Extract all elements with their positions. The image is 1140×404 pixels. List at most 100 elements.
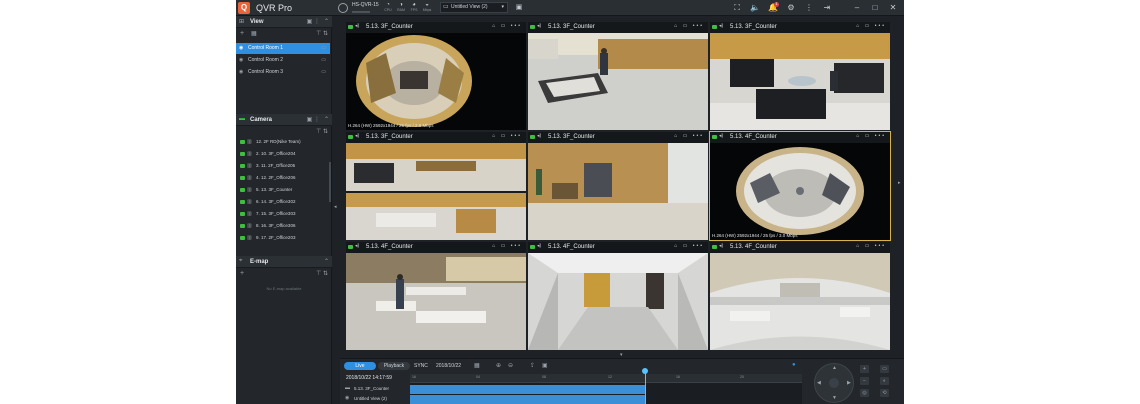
- monitor-icon[interactable]: ▭: [321, 67, 326, 78]
- layout-icon[interactable]: ▦: [251, 30, 257, 37]
- camera-tile[interactable]: ◂) 5.13. 3F_Counter ⌂ ▭ •••: [710, 22, 890, 130]
- camera-list-item[interactable]: ▥ 7. 15. 3F_Office303: [236, 208, 328, 220]
- timeline-cursor-handle[interactable]: [642, 368, 648, 374]
- chevron-up-icon[interactable]: ⌃: [324, 18, 329, 25]
- camera-list-item[interactable]: ▥ 12. 2F RD(Nike Team): [236, 136, 328, 148]
- ptz-zoom-out-button[interactable]: −: [860, 377, 869, 385]
- ptz-control[interactable]: ▲ ▼ ◀ ▶: [814, 363, 854, 403]
- camera-list-item[interactable]: ▥ 9. 17. 2F_Office203: [236, 232, 328, 244]
- camera-list-item[interactable]: ▥ 8. 16. 3F_Office306: [236, 220, 328, 232]
- speaker-icon[interactable]: ◂): [355, 133, 359, 139]
- video-feed[interactable]: [710, 143, 890, 240]
- maximize-icon[interactable]: □: [870, 3, 880, 13]
- tile-tools[interactable]: ⌂ ▭ •••: [492, 243, 522, 249]
- camera-list-item[interactable]: ▥ 4. 12. 2F_Office206: [236, 172, 328, 184]
- more-vertical-icon[interactable]: ⋮: [804, 3, 814, 13]
- settings-dot-icon[interactable]: ●: [792, 362, 796, 368]
- tile-tools[interactable]: ⌂ ▭ •••: [492, 23, 522, 29]
- logout-icon[interactable]: ⇥: [822, 3, 832, 13]
- view-item-control-room-2[interactable]: ◉ Control Room 2 ▭: [236, 55, 330, 66]
- filter-sort-icons[interactable]: ⊤ ⇅: [316, 30, 328, 37]
- monitor-icon[interactable]: ▭: [321, 55, 326, 66]
- tile-tools[interactable]: ⌂ ▭ •••: [856, 133, 886, 139]
- camera-tile[interactable]: ◂) 5.13. 3F_Counter ⌂ ▭ •••: [346, 132, 526, 240]
- tile-tools[interactable]: ⌂ ▭ •••: [674, 243, 704, 249]
- ptz-right-icon[interactable]: ▶: [847, 380, 851, 386]
- minimize-icon[interactable]: –: [852, 3, 862, 13]
- tile-tools[interactable]: ⌂ ▭ •••: [856, 23, 886, 29]
- filter-sort-icons[interactable]: ⊤ ⇅: [316, 270, 328, 277]
- camera-list-item[interactable]: ▥ 5. 13. 3F_Counter: [236, 184, 328, 196]
- speaker-icon[interactable]: ◂): [719, 243, 723, 249]
- export-icon[interactable]: ⇪: [530, 362, 535, 369]
- timeline-track[interactable]: 16 04 08 12 16 20: [410, 368, 802, 404]
- tile-tools[interactable]: ⌂ ▭ •••: [492, 133, 522, 139]
- video-feed[interactable]: [710, 33, 890, 130]
- emap-section-header[interactable]: ⌖ E-map ⌃: [236, 256, 332, 268]
- tile-tools[interactable]: ⌂ ▭ •••: [674, 23, 704, 29]
- video-feed[interactable]: [528, 33, 708, 130]
- server-name[interactable]: HS-QVR-15: [352, 2, 379, 8]
- collapse-right-panel-icon[interactable]: ▸: [898, 180, 901, 186]
- timeline-cursor[interactable]: [645, 370, 646, 404]
- date-field[interactable]: 2018/10/22: [436, 363, 461, 369]
- video-feed[interactable]: [346, 33, 526, 130]
- video-feed[interactable]: [346, 143, 526, 240]
- speaker-icon[interactable]: ◂): [537, 133, 541, 139]
- camera-tile-selected[interactable]: ◂) 5.13. 4F_Counter ⌂ ▭ ••• H.264 (HW) 2…: [709, 131, 891, 241]
- speaker-icon[interactable]: ◂): [719, 133, 723, 139]
- camera-tile[interactable]: ◂) 5.13. 4F_Counter ⌂ ▭ •••: [528, 242, 708, 350]
- snapshot-icon[interactable]: ▣: [542, 362, 548, 369]
- chevron-up-icon[interactable]: ⌃: [324, 116, 329, 123]
- speaker-icon[interactable]: ◂): [355, 243, 359, 249]
- camera-tile[interactable]: ◂) 5.13. 3F_Counter ⌂ ▭ ••• H.264 (HW) 2…: [346, 22, 526, 130]
- speaker-icon[interactable]: ◂): [719, 23, 723, 29]
- speaker-icon[interactable]: 🔈: [750, 3, 760, 13]
- camera-list-item[interactable]: ▥ 6. 14. 3F_Office302: [236, 196, 328, 208]
- tab-playback[interactable]: Playback: [378, 362, 410, 370]
- tile-tools[interactable]: ⌂ ▭ •••: [674, 133, 704, 139]
- chevron-up-icon[interactable]: ⌃: [324, 258, 329, 265]
- camera-list-item[interactable]: ▥ 3. 11. 2F_Office205: [236, 160, 328, 172]
- view-mode-icons[interactable]: ▣ ⋮: [307, 18, 320, 25]
- gear-icon[interactable]: ⚙: [786, 3, 796, 13]
- camera-list-scrollbar[interactable]: [329, 162, 331, 202]
- add-icon[interactable]: +: [240, 270, 244, 277]
- zoom-in-icon[interactable]: ⊕: [496, 362, 501, 369]
- ptz-down-icon[interactable]: ▼: [832, 395, 837, 401]
- save-view-icon[interactable]: ▣: [514, 3, 524, 13]
- view-item-control-room-1[interactable]: ◉ Control Room 1 ▭: [236, 43, 330, 54]
- ptz-preset-button[interactable]: ▭: [880, 365, 889, 373]
- ptz-center-button[interactable]: [829, 378, 839, 388]
- calendar-icon[interactable]: ▦: [474, 362, 480, 369]
- camera-mode-icons[interactable]: ▣ ⋮: [307, 116, 320, 123]
- collapse-left-panel-icon[interactable]: ◂: [334, 204, 337, 210]
- camera-section-header[interactable]: ▬ Camera ▣ ⋮ ⌃: [236, 114, 332, 126]
- sync-toggle[interactable]: SYNC: [414, 363, 428, 369]
- speaker-icon[interactable]: ◂): [355, 23, 359, 29]
- ptz-focus-button[interactable]: ◎: [860, 389, 869, 397]
- camera-tile[interactable]: ◂) 5.13. 4F_Counter ⌂ ▭ •••: [710, 242, 890, 350]
- speaker-icon[interactable]: ◂): [537, 243, 541, 249]
- ptz-iris-button[interactable]: ◐: [880, 377, 889, 385]
- view-selector[interactable]: ▭ Untitled View (2) ▾: [440, 2, 508, 13]
- view-item-control-room-3[interactable]: ◉ Control Room 3 ▭: [236, 67, 330, 78]
- speaker-icon[interactable]: ◂): [537, 23, 541, 29]
- camera-tile[interactable]: ◂) 5.13. 3F_Counter ⌂ ▭ •••: [528, 22, 708, 130]
- video-feed[interactable]: [346, 253, 526, 350]
- add-icon[interactable]: +: [240, 30, 244, 37]
- tab-live[interactable]: Live: [344, 362, 376, 370]
- monitor-icon[interactable]: ▭: [321, 43, 326, 54]
- fullscreen-icon[interactable]: ⛶: [732, 3, 742, 13]
- camera-tile[interactable]: ◂) 5.13. 3F_Counter ⌂ ▭ •••: [528, 132, 708, 240]
- video-feed[interactable]: [528, 253, 708, 350]
- ptz-left-icon[interactable]: ◀: [817, 380, 821, 386]
- recording-bar[interactable]: [410, 385, 645, 394]
- ptz-up-icon[interactable]: ▲: [832, 365, 837, 371]
- camera-tile[interactable]: ◂) 5.13. 4F_Counter ⌂ ▭ •••: [346, 242, 526, 350]
- camera-list-item[interactable]: ▥ 2. 10. 3F_Office204: [236, 148, 328, 160]
- video-feed[interactable]: [528, 143, 708, 240]
- zoom-out-icon[interactable]: ⊖: [508, 362, 513, 369]
- recording-bar[interactable]: [410, 395, 645, 404]
- ptz-patrol-button[interactable]: ⟲: [880, 389, 889, 397]
